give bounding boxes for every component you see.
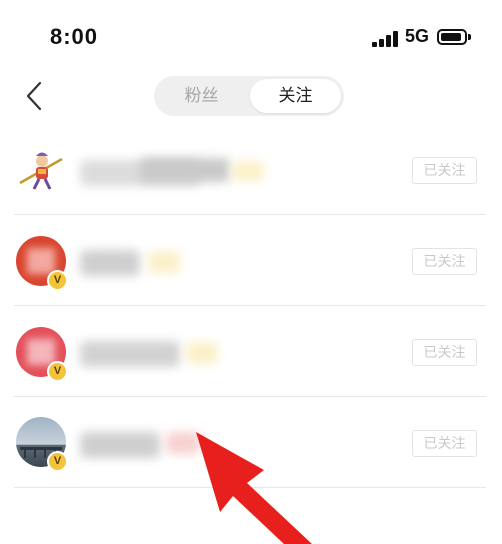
avatar[interactable] — [16, 145, 66, 195]
divider — [14, 305, 486, 306]
list-item[interactable]: V 已关注 — [0, 307, 502, 398]
followed-button[interactable]: 已关注 — [412, 339, 477, 366]
network-type: 5G — [405, 26, 430, 46]
battery-icon — [437, 29, 471, 45]
divider — [14, 214, 486, 215]
badge-blurred — [186, 342, 218, 364]
username-blurred — [80, 432, 160, 458]
username-blurred — [140, 158, 230, 182]
tab-fans[interactable]: 粉丝 — [154, 76, 249, 116]
badge-blurred — [232, 161, 264, 181]
badge-blurred — [166, 432, 200, 454]
back-chevron-icon — [26, 81, 42, 111]
list-item[interactable]: V 已关注 — [0, 216, 502, 307]
status-time: 8:00 — [50, 24, 99, 49]
divider — [14, 396, 486, 397]
username-blurred — [80, 250, 140, 276]
list-item[interactable]: 已关注 — [0, 125, 502, 216]
followed-button[interactable]: 已关注 — [412, 430, 477, 457]
fans-follow-segmented-control: 粉丝 关注 — [154, 76, 344, 116]
tab-following[interactable]: 关注 — [250, 79, 341, 113]
list-item[interactable]: V 已关注 — [0, 398, 502, 489]
back-button[interactable] — [16, 76, 52, 116]
divider — [14, 487, 486, 488]
status-bar: 8:00 5G — [0, 0, 502, 78]
followed-button[interactable]: 已关注 — [412, 248, 477, 275]
verified-badge-icon: V — [47, 361, 68, 382]
followed-button[interactable]: 已关注 — [412, 157, 477, 184]
signal-icon — [372, 31, 400, 47]
badge-blurred — [148, 251, 180, 273]
username-blurred — [80, 341, 180, 367]
verified-badge-icon: V — [47, 451, 68, 472]
verified-badge-icon: V — [47, 270, 68, 291]
